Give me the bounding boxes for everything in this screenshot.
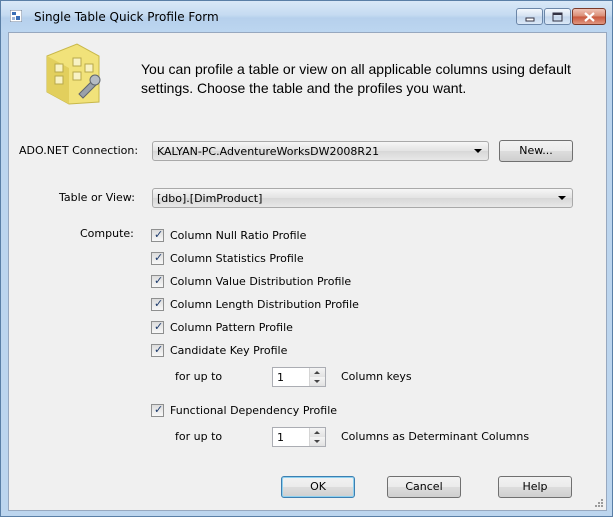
connection-value: KALYAN-PC.AdventureWorksDW2008R21 xyxy=(157,145,380,158)
resize-grip-icon[interactable] xyxy=(594,498,604,508)
column-keys-label: Column keys xyxy=(341,370,412,383)
functional-dependency-checkbox[interactable]: ✓ xyxy=(151,403,164,417)
checkmark-icon: ✓ xyxy=(154,251,164,264)
determinant-columns-stepper[interactable]: 1 xyxy=(272,427,326,447)
maximize-button[interactable] xyxy=(544,8,571,25)
null-ratio-checkbox[interactable]: ✓ xyxy=(151,228,164,242)
functional-dependency-label[interactable]: Functional Dependency Profile xyxy=(170,404,337,417)
maximize-icon xyxy=(552,12,563,21)
checkmark-icon: ✓ xyxy=(154,297,164,310)
candidate-key-stepper[interactable]: 1 xyxy=(272,367,326,387)
dialog-client-area: You can profile a table or view on all a… xyxy=(8,32,607,511)
compute-label: Compute: xyxy=(80,227,134,240)
chevron-up-icon xyxy=(314,431,320,434)
length-distribution-checkbox[interactable]: ✓ xyxy=(151,297,164,311)
stepper-down-button[interactable] xyxy=(310,377,325,386)
candidate-key-for-up-to-label: for up to xyxy=(175,370,223,383)
close-button[interactable] xyxy=(572,8,606,25)
determinant-columns-stepper-value: 1 xyxy=(277,431,284,444)
minimize-button[interactable] xyxy=(516,8,543,25)
value-distribution-checkbox[interactable]: ✓ xyxy=(151,274,164,288)
checkmark-icon: ✓ xyxy=(154,274,164,287)
length-distribution-label[interactable]: Column Length Distribution Profile xyxy=(170,298,359,311)
minimize-icon xyxy=(525,17,534,21)
profile-wizard-icon xyxy=(46,43,101,105)
statistics-checkbox[interactable]: ✓ xyxy=(151,251,164,265)
title-bar[interactable]: Single Table Quick Profile Form xyxy=(1,1,612,32)
chevron-up-icon xyxy=(314,371,320,374)
chevron-down-icon xyxy=(558,196,566,200)
window-title: Single Table Quick Profile Form xyxy=(34,10,219,24)
table-value: [dbo].[DimProduct] xyxy=(157,192,263,205)
intro-text: You can profile a table or view on all a… xyxy=(141,61,571,96)
pattern-checkbox[interactable]: ✓ xyxy=(151,320,164,334)
stepper-down-button[interactable] xyxy=(310,437,325,446)
checkmark-icon: ✓ xyxy=(154,320,164,333)
checkmark-icon: ✓ xyxy=(154,403,164,416)
connection-label: ADO.NET Connection: xyxy=(19,144,139,157)
new-connection-button[interactable]: New... xyxy=(499,140,573,162)
close-icon xyxy=(583,11,595,22)
checkmark-icon: ✓ xyxy=(154,343,164,356)
dialog-window: Single Table Quick Profile Form You can … xyxy=(0,0,613,517)
pattern-label[interactable]: Column Pattern Profile xyxy=(170,321,293,334)
value-distribution-label[interactable]: Column Value Distribution Profile xyxy=(170,275,351,288)
connection-dropdown[interactable]: KALYAN-PC.AdventureWorksDW2008R21 xyxy=(152,141,489,161)
functional-dependency-for-up-to-label: for up to xyxy=(175,430,223,443)
chevron-down-icon xyxy=(314,380,320,383)
table-dropdown[interactable]: [dbo].[DimProduct] xyxy=(152,188,573,208)
candidate-key-stepper-value: 1 xyxy=(277,371,284,384)
candidate-key-checkbox[interactable]: ✓ xyxy=(151,343,164,357)
candidate-key-label[interactable]: Candidate Key Profile xyxy=(170,344,287,357)
chevron-down-icon xyxy=(474,149,482,153)
null-ratio-label[interactable]: Column Null Ratio Profile xyxy=(170,229,306,242)
app-icon xyxy=(10,10,22,22)
chevron-down-icon xyxy=(314,440,320,443)
ok-button[interactable]: OK xyxy=(281,476,355,498)
cancel-button[interactable]: Cancel xyxy=(387,476,461,498)
statistics-label[interactable]: Column Statistics Profile xyxy=(170,252,304,265)
determinant-columns-label: Columns as Determinant Columns xyxy=(341,430,530,443)
table-label: Table or View: xyxy=(59,191,135,204)
help-button[interactable]: Help xyxy=(498,476,572,498)
checkmark-icon: ✓ xyxy=(154,228,164,241)
